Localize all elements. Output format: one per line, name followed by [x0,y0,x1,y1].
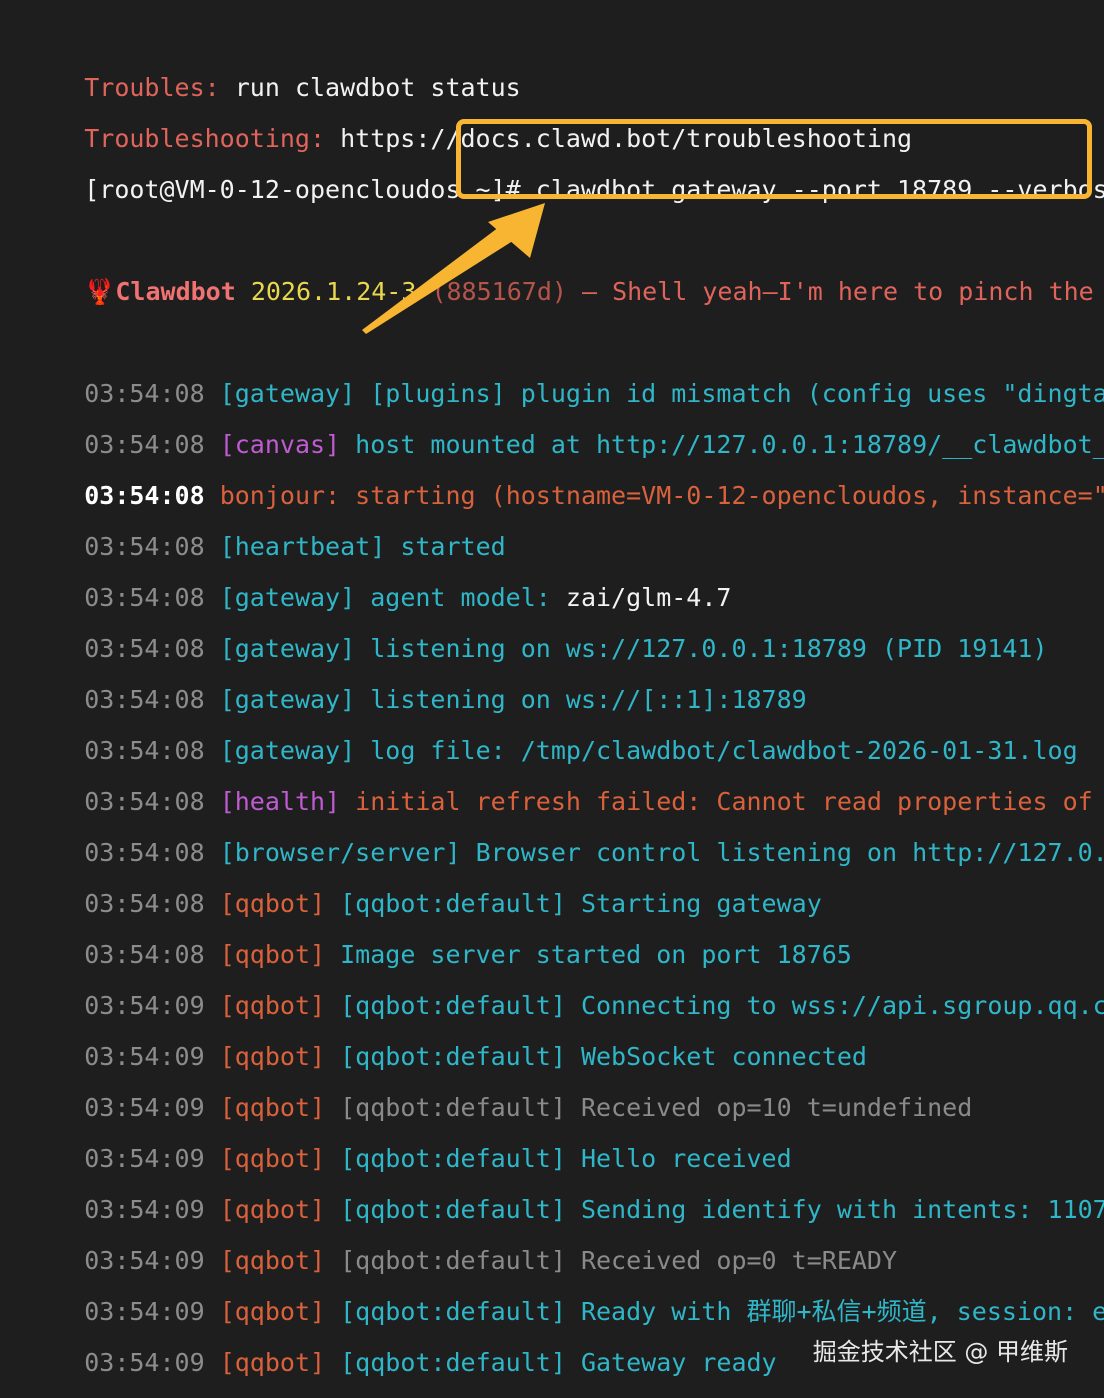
terminal-window[interactable]: Troubles: run clawdbot status Troublesho… [0,0,1104,1398]
watermark-text: 掘金技术社区 @ 甲维斯 [812,1338,1068,1366]
annotation-arrow-icon [362,203,545,334]
